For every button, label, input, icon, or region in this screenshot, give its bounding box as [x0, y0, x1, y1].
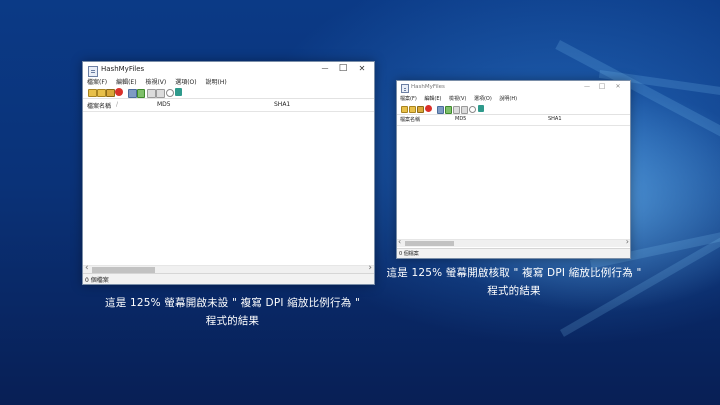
- menu-view[interactable]: 檢視(V): [449, 95, 466, 102]
- search-icon[interactable]: [166, 89, 174, 97]
- copy-icon[interactable]: [453, 106, 460, 114]
- column-header: 檔案名稱 MD5 SHA1: [397, 116, 630, 126]
- caption-left-line2: 程式的結果: [205, 315, 260, 327]
- menu-options[interactable]: 選項(O): [175, 77, 196, 86]
- hashmyfiles-window-right[interactable]: HashMyFiles — □ ✕ 檔案(F) 編輯(E) 檢視(V) 選項(O…: [396, 80, 631, 259]
- hashmyfiles-icon: [401, 84, 409, 93]
- caption-right: 這是 125% 螢幕開啟核取 " 複寫 DPI 縮放比例行為 " 程式的結果: [382, 264, 646, 300]
- column-header: 檔案名稱 / MD5 SHA1: [83, 101, 374, 112]
- open-folder-icon[interactable]: [409, 106, 416, 113]
- caption-left: 這是 125% 螢幕開啟未設 " 複寫 DPI 縮放比例行為 " 程式的結果: [95, 294, 370, 330]
- menu-help[interactable]: 說明(H): [499, 95, 517, 102]
- scroll-right-arrow-icon[interactable]: ›: [368, 263, 372, 273]
- caption-left-line1: 這是 125% 螢幕開啟未設 " 複寫 DPI 縮放比例行為 ": [105, 297, 360, 309]
- minimize-button[interactable]: —: [580, 83, 594, 90]
- maximize-button[interactable]: □: [595, 82, 609, 90]
- status-bar: 0 個檔案: [83, 273, 374, 284]
- delete-icon[interactable]: [115, 88, 123, 96]
- open-folder-icon[interactable]: [88, 89, 97, 97]
- open-folder-icon[interactable]: [401, 106, 408, 113]
- column-md5[interactable]: MD5: [157, 101, 171, 108]
- menu-bar: 檔案(F) 編輯(E) 檢視(V) 選項(O) 說明(H): [397, 95, 630, 104]
- close-button[interactable]: ✕: [611, 83, 625, 90]
- save-icon[interactable]: [128, 89, 137, 98]
- scroll-right-arrow-icon[interactable]: ›: [626, 237, 629, 246]
- exit-icon[interactable]: [175, 88, 182, 96]
- scroll-left-arrow-icon[interactable]: ‹: [85, 263, 89, 273]
- copy-icon[interactable]: [461, 106, 468, 114]
- report-icon[interactable]: [137, 89, 145, 98]
- menu-edit[interactable]: 編輯(E): [116, 77, 136, 86]
- window-title: HashMyFiles: [411, 84, 445, 90]
- scroll-left-arrow-icon[interactable]: ‹: [398, 237, 401, 246]
- window-title: HashMyFiles: [101, 65, 145, 73]
- exit-icon[interactable]: [478, 105, 484, 112]
- copy-icon[interactable]: [147, 89, 156, 98]
- save-icon[interactable]: [437, 106, 444, 114]
- hashmyfiles-icon: [88, 66, 98, 77]
- report-icon[interactable]: [445, 106, 452, 114]
- maximize-button[interactable]: □: [334, 63, 352, 73]
- folder-icon[interactable]: [417, 106, 424, 113]
- menu-file[interactable]: 檔案(F): [400, 95, 417, 102]
- menu-file[interactable]: 檔案(F): [87, 77, 107, 86]
- column-filename[interactable]: 檔案名稱: [400, 116, 420, 123]
- hashmyfiles-window-left[interactable]: HashMyFiles — □ ✕ 檔案(F) 編輯(E) 檢視(V) 選項(O…: [82, 61, 375, 285]
- caption-right-line1: 這是 125% 螢幕開啟核取 " 複寫 DPI 縮放比例行為 ": [386, 267, 642, 279]
- caption-right-line2: 程式的結果: [487, 285, 541, 297]
- column-md5[interactable]: MD5: [455, 116, 466, 122]
- copy-icon[interactable]: [156, 89, 165, 98]
- toolbar: [397, 105, 630, 115]
- status-text: 0 個檔案: [399, 251, 419, 257]
- column-sha1[interactable]: SHA1: [548, 116, 562, 122]
- toolbar: [83, 88, 374, 99]
- close-button[interactable]: ✕: [353, 64, 371, 73]
- status-text: 0 個檔案: [85, 277, 109, 284]
- delete-icon[interactable]: [425, 105, 432, 112]
- open-folder-icon[interactable]: [97, 89, 106, 97]
- sort-indicator-icon: /: [116, 101, 119, 108]
- horizontal-scrollbar[interactable]: ‹ ›: [397, 237, 630, 247]
- menu-edit[interactable]: 編輯(E): [424, 95, 441, 102]
- status-bar: 0 個檔案: [397, 248, 630, 258]
- column-sha1[interactable]: SHA1: [274, 101, 290, 108]
- scrollbar-thumb[interactable]: [405, 241, 454, 246]
- column-filename[interactable]: 檔案名稱: [87, 101, 111, 110]
- title-bar[interactable]: HashMyFiles — □ ✕: [397, 81, 630, 95]
- menu-bar: 檔案(F) 編輯(E) 檢視(V) 選項(O) 說明(H): [83, 77, 374, 87]
- menu-options[interactable]: 選項(O): [474, 95, 492, 102]
- minimize-button[interactable]: —: [316, 64, 334, 72]
- menu-view[interactable]: 檢視(V): [145, 77, 166, 86]
- menu-help[interactable]: 說明(H): [206, 77, 227, 86]
- folder-icon[interactable]: [106, 89, 115, 97]
- search-icon[interactable]: [469, 106, 476, 113]
